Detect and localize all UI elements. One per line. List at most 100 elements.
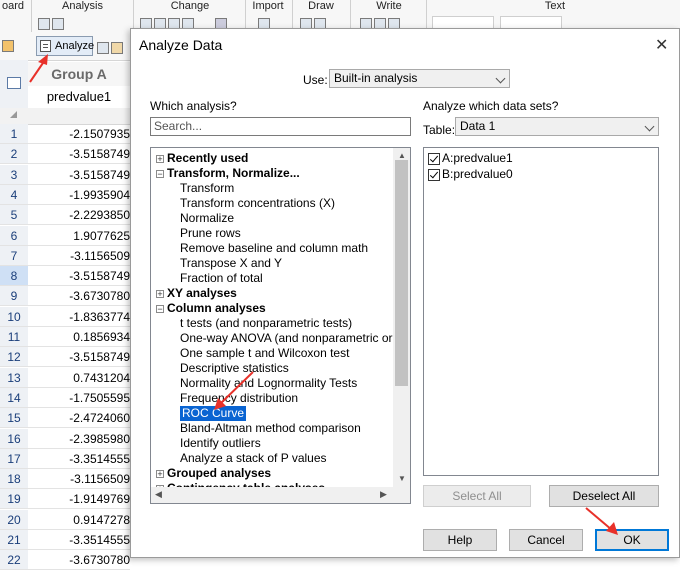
table-cell[interactable]: 0.9147278: [28, 510, 130, 530]
scroll-up-icon[interactable]: ▲: [398, 151, 406, 160]
tree-item[interactable]: Analyze a stack of P values: [180, 451, 327, 466]
cancel-button[interactable]: Cancel: [509, 529, 583, 551]
row-number[interactable]: 11: [0, 327, 28, 347]
collapse-icon[interactable]: −: [156, 170, 164, 179]
row-number[interactable]: 8: [0, 266, 28, 286]
tree-horizontal-scrollbar[interactable]: ◀ ▶: [151, 487, 410, 503]
tree-item[interactable]: Normality and Lognormality Tests: [180, 376, 357, 391]
tree-item[interactable]: t tests (and nonparametric tests): [180, 316, 352, 331]
use-select[interactable]: Built-in analysis: [329, 69, 510, 88]
table-cell[interactable]: 0.7431204: [28, 368, 130, 388]
row-number[interactable]: 22: [0, 550, 28, 570]
close-icon[interactable]: ✕: [655, 35, 668, 55]
scroll-right-icon[interactable]: ▶: [380, 489, 387, 500]
scroll-left-icon[interactable]: ◀: [155, 489, 162, 500]
analysis-toolbar-icons[interactable]: [38, 16, 66, 32]
tree-item[interactable]: Normalize: [180, 211, 234, 226]
tree-item[interactable]: Descriptive statistics: [180, 361, 289, 376]
tree-group-xy[interactable]: XY analyses: [167, 286, 237, 301]
collapse-icon[interactable]: −: [156, 305, 164, 314]
scroll-down-icon[interactable]: ▼: [398, 474, 406, 483]
expand-icon[interactable]: +: [156, 290, 164, 299]
tree-item[interactable]: Bland-Altman method comparison: [180, 421, 361, 436]
table-cell[interactable]: -3.3514555: [28, 449, 130, 469]
table-cell[interactable]: -3.1156509: [28, 469, 130, 489]
tree-scroll-thumb[interactable]: [395, 160, 408, 386]
table-cell[interactable]: -3.1156509: [28, 246, 130, 266]
tree-item[interactable]: Identify outliers: [180, 436, 261, 451]
row-number[interactable]: 10: [0, 307, 28, 327]
table-cell[interactable]: -3.3514555: [28, 530, 130, 550]
tree-group-recently-used[interactable]: Recently used: [167, 151, 248, 166]
tree-item[interactable]: Frequency distribution: [180, 391, 298, 406]
search-input[interactable]: Search...: [150, 117, 411, 136]
chevron-down-icon: [644, 121, 655, 132]
analysis-tree[interactable]: + Recently used − Transform, Normalize... Tr…: [150, 147, 411, 504]
expand-icon[interactable]: +: [156, 470, 164, 479]
corner-triangle-icon: [10, 111, 17, 118]
row-number[interactable]: 16: [0, 429, 28, 449]
table-cell[interactable]: -3.5158749: [28, 347, 130, 367]
group-header[interactable]: Group A: [28, 62, 130, 86]
paste-icon[interactable]: [2, 38, 16, 54]
table-cell[interactable]: -1.9935904: [28, 185, 130, 205]
table-cell[interactable]: -3.5158749: [28, 266, 130, 286]
table-cell[interactable]: -3.6730780: [28, 550, 130, 570]
use-label: Use:: [303, 73, 328, 87]
table-cell[interactable]: -2.1507935: [28, 124, 130, 144]
tree-group-transform[interactable]: Transform, Normalize...: [167, 166, 300, 181]
select-all-button[interactable]: Select All: [423, 485, 531, 507]
tree-item[interactable]: Remove baseline and column math: [180, 241, 368, 256]
table-icon: [7, 77, 21, 89]
tree-item[interactable]: Fraction of total: [180, 271, 263, 286]
tree-item[interactable]: Transform concentrations (X): [180, 196, 335, 211]
help-button[interactable]: Help: [423, 529, 497, 551]
tree-group-grouped[interactable]: Grouped analyses: [167, 466, 271, 481]
table-cell[interactable]: 0.1856934: [28, 327, 130, 347]
table-cell[interactable]: 1.9077625: [28, 226, 130, 246]
row-number[interactable]: 6: [0, 226, 28, 246]
analyze-button[interactable]: Analyze: [36, 36, 94, 56]
row-number[interactable]: 1: [0, 124, 28, 144]
analysis-extra-icons[interactable]: [97, 40, 125, 54]
table-cell[interactable]: -1.8363774: [28, 307, 130, 327]
row-number[interactable]: 9: [0, 286, 28, 306]
row-number[interactable]: 21: [0, 530, 28, 550]
row-number[interactable]: 17: [0, 449, 28, 469]
table-label: Table:: [423, 123, 456, 137]
table-cell[interactable]: -3.6730780: [28, 286, 130, 306]
table-cell[interactable]: -2.2293850: [28, 205, 130, 225]
table-cell[interactable]: -1.7505595: [28, 388, 130, 408]
tree-item[interactable]: Prune rows: [180, 226, 241, 241]
dataset-checkbox[interactable]: [428, 169, 440, 181]
tree-item[interactable]: One sample t and Wilcoxon test: [180, 346, 349, 361]
tree-group-column[interactable]: Column analyses: [167, 301, 266, 316]
row-number[interactable]: 12: [0, 347, 28, 367]
tree-item[interactable]: Transpose X and Y: [180, 256, 282, 271]
table-cell[interactable]: -3.5158749: [28, 165, 130, 185]
row-number[interactable]: 5: [0, 205, 28, 225]
tree-item[interactable]: Transform: [180, 181, 234, 196]
row-number[interactable]: 18: [0, 469, 28, 489]
row-number[interactable]: 7: [0, 246, 28, 266]
row-number[interactable]: 4: [0, 185, 28, 205]
row-number[interactable]: 20: [0, 510, 28, 530]
table-cell[interactable]: -3.5158749: [28, 144, 130, 164]
tree-item[interactable]: One-way ANOVA (and nonparametric or mi: [180, 331, 409, 346]
column-title[interactable]: predvalue1: [28, 86, 130, 109]
ok-button[interactable]: OK: [595, 529, 669, 551]
row-number[interactable]: 2: [0, 144, 28, 164]
row-number[interactable]: 3: [0, 165, 28, 185]
deselect-all-button[interactable]: Deselect All: [549, 485, 659, 507]
table-cell[interactable]: -2.3985980: [28, 429, 130, 449]
row-number[interactable]: 14: [0, 388, 28, 408]
table-select[interactable]: Data 1: [455, 117, 659, 136]
expand-icon[interactable]: +: [156, 155, 164, 164]
table-cell[interactable]: -1.9149769: [28, 489, 130, 509]
dataset-checkbox[interactable]: [428, 153, 440, 165]
table-cell[interactable]: -2.4724060: [28, 408, 130, 428]
row-number[interactable]: 19: [0, 489, 28, 509]
tree-item-roc-curve[interactable]: ROC Curve: [178, 405, 248, 422]
row-number[interactable]: 13: [0, 368, 28, 388]
row-number[interactable]: 15: [0, 408, 28, 428]
